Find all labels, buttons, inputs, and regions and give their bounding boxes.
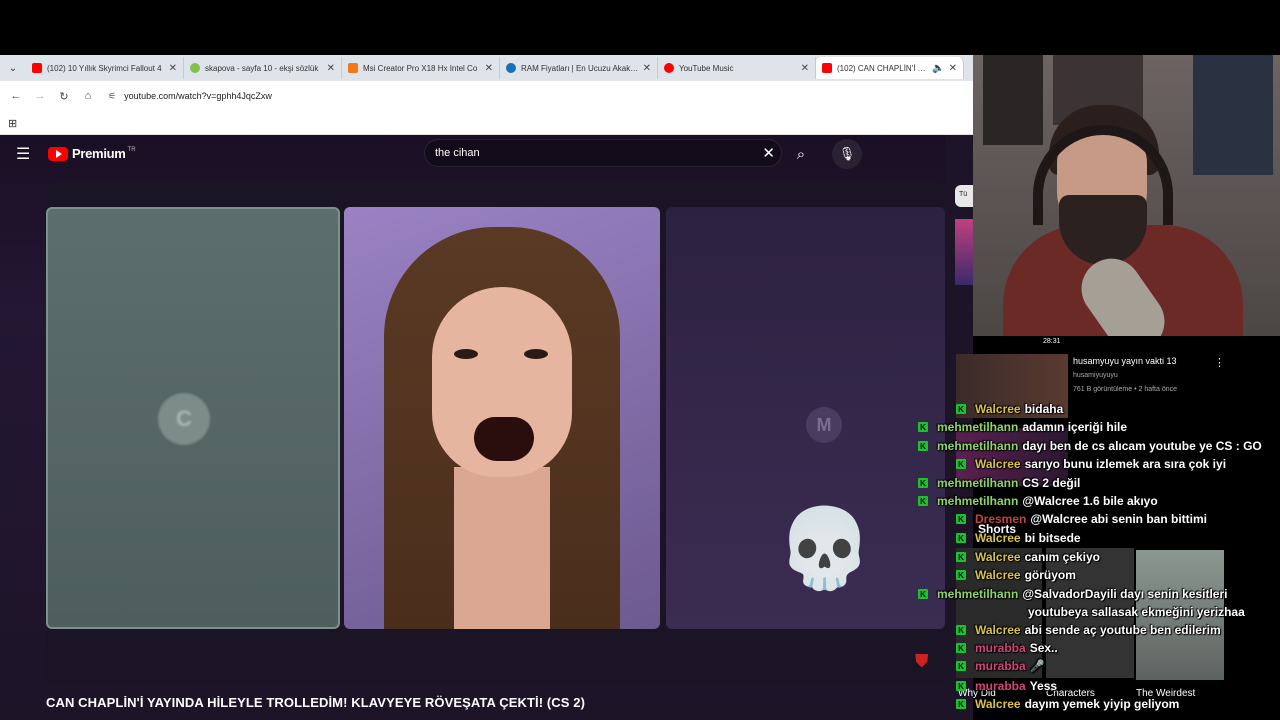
close-tab-icon[interactable]: ✕ xyxy=(485,63,493,74)
suggestion-meta: 761 B görüntüleme • 2 hafta önce xyxy=(1073,386,1178,393)
close-tab-icon[interactable]: ✕ xyxy=(949,63,957,74)
filter-chip[interactable]: Tü xyxy=(955,185,973,207)
channel-watermark-icon[interactable]: ⛊ xyxy=(915,651,935,675)
youtube-music-favicon-icon xyxy=(664,63,674,73)
video-thumbnail[interactable] xyxy=(955,219,973,285)
short-title[interactable]: Characters xyxy=(1046,688,1095,699)
video-player[interactable]: C M 💀 ⛊ xyxy=(46,181,945,685)
speaker-icon[interactable]: 🔈 xyxy=(932,63,944,74)
youtube-logo[interactable]: Premium TR xyxy=(48,146,136,161)
tab-eksi[interactable]: skapova - sayfa 10 - ekşi sözlük ✕ xyxy=(184,57,342,79)
video-panel-right: M 💀 xyxy=(666,207,945,629)
short-title[interactable]: Why Did xyxy=(958,688,996,699)
short-thumbnail[interactable] xyxy=(1046,548,1134,678)
skull-emoji: 💀 xyxy=(776,504,874,592)
avatar: M xyxy=(806,407,842,443)
video-thumbnail[interactable] xyxy=(956,428,1068,486)
back-icon[interactable]: ← xyxy=(4,90,28,102)
akakce-favicon-icon xyxy=(506,63,516,73)
logo-text: Premium xyxy=(72,146,126,161)
suggestion-title[interactable]: husamyuyu yayın vakti 13 xyxy=(1073,356,1223,366)
country-code: TR xyxy=(127,146,136,153)
close-tab-icon[interactable]: ✕ xyxy=(801,63,809,74)
clear-search-icon[interactable]: ✕ xyxy=(762,144,775,162)
mouth-shape xyxy=(474,417,534,461)
apps-grid-icon[interactable]: ⊞ xyxy=(8,117,17,130)
tab-title: Msi Creator Pro X18 Hx Intel Co xyxy=(363,63,478,73)
tab-title: skapova - sayfa 10 - ekşi sözlük xyxy=(205,63,319,73)
tab-active-video[interactable]: (102) CAN CHAPLİN'İ YAYIN 🔈 ✕ xyxy=(816,57,964,79)
tab-title: (102) CAN CHAPLİN'İ YAYIN xyxy=(837,63,928,73)
tab-title: (102) 10 Yıllık Skyrimci Fallout 4 xyxy=(47,63,162,73)
video-panel-center xyxy=(344,207,660,629)
tab-akakce[interactable]: RAM Fiyatları | En Ucuzu Akakçe ✕ xyxy=(500,57,658,79)
tab-youtube-music[interactable]: YouTube Music ✕ xyxy=(658,57,816,79)
avatar: C xyxy=(158,393,210,445)
search-value: the cihan xyxy=(435,147,480,159)
eksi-favicon-icon xyxy=(190,63,200,73)
menu-icon[interactable]: ☰ xyxy=(16,144,30,164)
tab-title: RAM Fiyatları | En Ucuzu Akakçe xyxy=(521,63,639,73)
webcam-overlay xyxy=(973,55,1280,336)
browser-tab-bar: ⌄ (102) 10 Yıllık Skyrimci Fallout 4 ✕ sk… xyxy=(0,55,973,81)
wall-poster xyxy=(983,55,1043,145)
video-title: CAN CHAPLİN'İ YAYINDA HİLEYLE TROLLEDİM!… xyxy=(46,695,585,710)
search-icon[interactable]: ⌕ xyxy=(786,140,816,168)
home-icon[interactable]: ⌂ xyxy=(76,90,100,102)
video-panel-left: C xyxy=(46,207,340,629)
search-input[interactable]: the cihan ✕ xyxy=(424,139,782,167)
close-tab-icon[interactable]: ✕ xyxy=(327,63,335,74)
microphone-icon[interactable]: 🎙 xyxy=(832,139,862,169)
hanging-clothes xyxy=(1193,55,1273,175)
tab-search-chevron-icon[interactable]: ⌄ xyxy=(0,55,26,81)
suggestions-panel: 28:31 husamyuyu yayın vakti 13 husamiyuy… xyxy=(956,336,1280,720)
reload-icon[interactable]: ↻ xyxy=(52,90,76,103)
url-field[interactable]: ⚟ youtube.com/watch?v=gphh4JqcZxw xyxy=(108,85,973,107)
shorts-label: Shorts xyxy=(978,522,1017,536)
screen: ⌄ (102) 10 Yıllık Skyrimci Fallout 4 ✕ sk… xyxy=(0,0,1280,720)
site-info-icon[interactable]: ⚟ xyxy=(108,91,116,102)
close-tab-icon[interactable]: ✕ xyxy=(169,63,177,74)
url-text: youtube.com/watch?v=gphh4JqcZxw xyxy=(124,91,272,101)
short-title[interactable]: The Weirdest xyxy=(1136,688,1195,699)
eye-shape xyxy=(524,349,548,359)
tab-msi[interactable]: Msi Creator Pro X18 Hx Intel Co ✕ xyxy=(342,57,500,79)
trendyol-favicon-icon xyxy=(348,63,358,73)
suggestion-channel[interactable]: husamiyuyuyu xyxy=(1073,372,1118,379)
neck-shape xyxy=(454,467,550,629)
youtube-header: ☰ Premium TR the cihan ✕ ⌕ 🎙 xyxy=(0,135,973,173)
youtube-favicon-icon xyxy=(32,63,42,73)
eye-shape xyxy=(454,349,478,359)
more-options-icon[interactable]: ⋮ xyxy=(1214,356,1225,369)
tab-title: YouTube Music xyxy=(679,63,734,73)
youtube-favicon-icon xyxy=(822,63,832,73)
youtube-page: ☰ Premium TR the cihan ✕ ⌕ 🎙 C M 💀 ⛊ CAN… xyxy=(0,135,973,720)
duration-badge: 28:31 xyxy=(1040,337,1064,346)
address-bar-row: ← → ↻ ⌂ ⚟ youtube.com/watch?v=gphh4JqcZx… xyxy=(0,81,973,111)
forward-icon[interactable]: → xyxy=(28,90,52,102)
short-thumbnail[interactable] xyxy=(956,548,1042,678)
short-thumbnail[interactable] xyxy=(1136,550,1224,680)
close-tab-icon[interactable]: ✕ xyxy=(643,63,651,74)
bookmarks-bar: ⊞ xyxy=(0,111,973,135)
video-thumbnail[interactable] xyxy=(956,354,1068,418)
tab-skyrim[interactable]: (102) 10 Yıllık Skyrimci Fallout 4 ✕ xyxy=(26,57,184,79)
youtube-play-icon xyxy=(48,146,68,161)
